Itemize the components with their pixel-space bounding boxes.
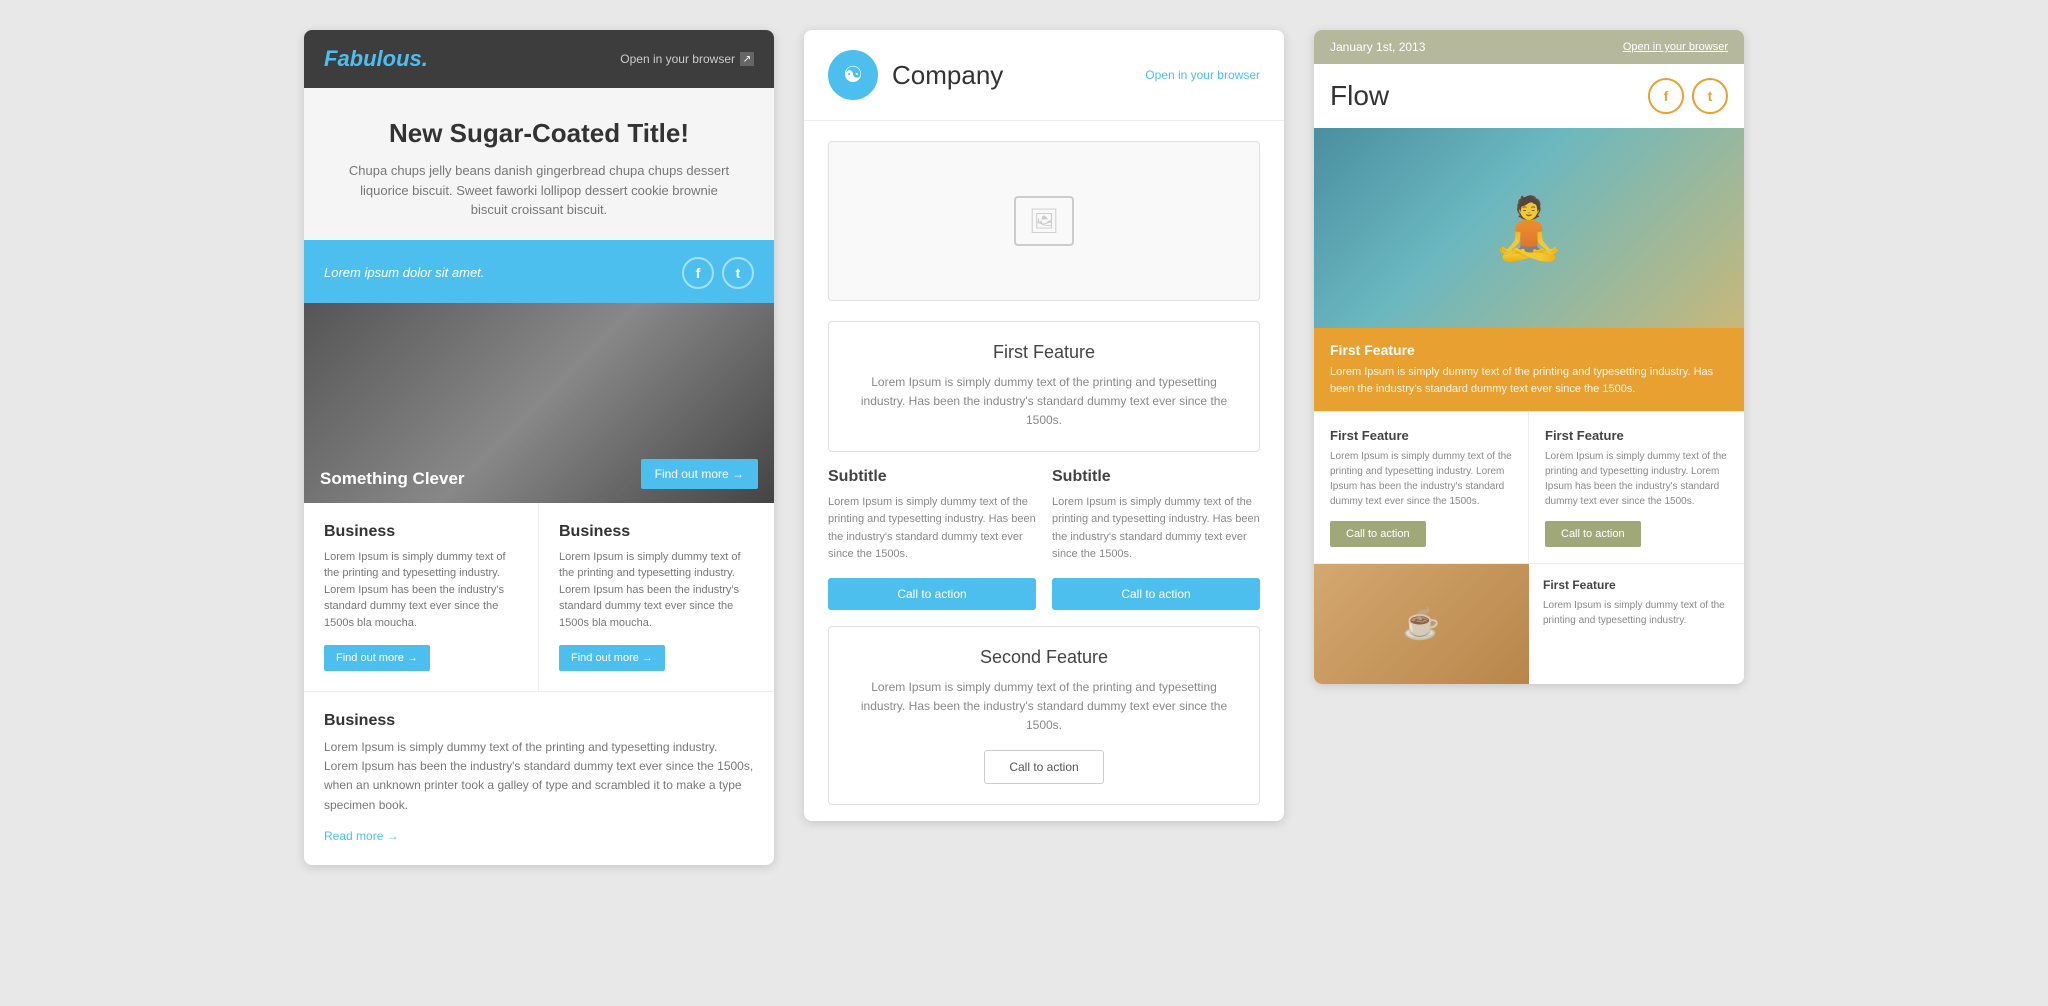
card2-sub-col1: Subtitle Lorem Ipsum is simply dummy tex…: [828, 468, 1036, 610]
card3-bottom-col-text: Lorem Ipsum is simply dummy text of the …: [1543, 598, 1730, 628]
card2-image-placeholder: 🖼: [1014, 196, 1074, 246]
card1-social-icons: f t: [682, 257, 754, 289]
card3-col2-title: First Feature: [1545, 428, 1728, 443]
card2-feature2-text: Lorem Ipsum is simply dummy text of the …: [849, 678, 1239, 736]
card2-logo-circle: ☯: [828, 50, 878, 100]
card1-read-more-link[interactable]: Read more →: [324, 829, 399, 843]
facebook-icon[interactable]: f: [1648, 78, 1684, 114]
email-template-card-3: January 1st, 2013 Open in your browser F…: [1314, 30, 1744, 684]
card3-col2: First Feature Lorem Ipsum is simply dumm…: [1529, 412, 1744, 563]
card1-hero-title: New Sugar-Coated Title!: [344, 118, 734, 149]
card2-cta3-button[interactable]: Call to action: [984, 750, 1103, 784]
card2-subtitle2-text: Lorem Ipsum is simply dummy text of the …: [1052, 494, 1260, 564]
card3-brand-title: Flow: [1330, 80, 1389, 112]
card3-brand-row: Flow f t: [1314, 64, 1744, 128]
card1-single-text: Lorem Ipsum is simply dummy text of the …: [324, 738, 754, 815]
card1-col2-text: Lorem Ipsum is simply dummy text of the …: [559, 549, 754, 632]
card2-subtitle2: Subtitle: [1052, 468, 1260, 486]
image-placeholder-icon: 🖼: [1029, 207, 1059, 236]
card3-orange-bar: First Feature Lorem Ipsum is simply dumm…: [1314, 328, 1744, 411]
card2-two-col: Subtitle Lorem Ipsum is simply dummy tex…: [828, 468, 1260, 610]
card1-col-1: Business Lorem Ipsum is simply dummy tex…: [304, 503, 539, 692]
card1-col-2: Business Lorem Ipsum is simply dummy tex…: [539, 503, 774, 692]
card1-hero-text: Chupa chups jelly beans danish gingerbre…: [344, 161, 734, 220]
card3-bottom-image: ☕: [1314, 564, 1529, 684]
logo-text: Fabulous.: [324, 46, 428, 71]
card1-image-caption: Something Clever: [320, 469, 465, 489]
card1-social-text: Lorem ipsum dolor sit amet.: [324, 265, 484, 280]
card2-feature2-box: Second Feature Lorem Ipsum is simply dum…: [828, 626, 1260, 805]
card1-single-section: Business Lorem Ipsum is simply dummy tex…: [304, 692, 774, 865]
open-browser-label: Open in your browser: [620, 52, 735, 66]
card3-bottom-col-title: First Feature: [1543, 578, 1730, 592]
card2-subtitle1-text: Lorem Ipsum is simply dummy text of the …: [828, 494, 1036, 564]
card3-feature1-title: First Feature: [1330, 342, 1728, 358]
card3-col2-text: Lorem Ipsum is simply dummy text of the …: [1545, 449, 1728, 509]
card3-bottom-section: ☕ First Feature Lorem Ipsum is simply du…: [1314, 563, 1744, 684]
card1-col1-title: Business: [324, 523, 518, 541]
card1-col1-text: Lorem Ipsum is simply dummy text of the …: [324, 549, 518, 632]
card1-image-section: Something Clever Find out more →: [304, 303, 774, 503]
card2-open-browser-link[interactable]: Open in your browser: [1145, 68, 1260, 82]
email-template-card-2: ☯ Company Open in your browser 🖼 First F…: [804, 30, 1284, 821]
card3-col2-cta-button[interactable]: Call to action: [1545, 521, 1641, 547]
card3-col1-title: First Feature: [1330, 428, 1512, 443]
card3-two-col: First Feature Lorem Ipsum is simply dumm…: [1314, 411, 1744, 563]
card1-col2-button[interactable]: Find out more →: [559, 645, 665, 671]
card3-col1-text: Lorem Ipsum is simply dummy text of the …: [1330, 449, 1512, 509]
yoga-figure-icon: 🧘: [1492, 193, 1567, 264]
card1-logo: Fabulous.: [324, 46, 428, 72]
card2-feature1-text: Lorem Ipsum is simply dummy text of the …: [849, 373, 1239, 431]
twitter-icon[interactable]: t: [1692, 78, 1728, 114]
card2-feature1-box: First Feature Lorem Ipsum is simply dumm…: [828, 321, 1260, 452]
card3-bottom-col: First Feature Lorem Ipsum is simply dumm…: [1529, 564, 1744, 684]
card3-col1: First Feature Lorem Ipsum is simply dumm…: [1314, 412, 1529, 563]
card1-hero-section: New Sugar-Coated Title! Chupa chups jell…: [304, 88, 774, 243]
card3-date: January 1st, 2013: [1330, 40, 1425, 54]
card3-hero-image: 🧘: [1314, 128, 1744, 328]
card2-cta1-button[interactable]: Call to action: [828, 578, 1036, 610]
card1-col2-title: Business: [559, 523, 754, 541]
card3-feature1-text: Lorem Ipsum is simply dummy text of the …: [1330, 364, 1728, 397]
card1-header: Fabulous. Open in your browser ↗: [304, 30, 774, 88]
twitter-icon[interactable]: t: [722, 257, 754, 289]
external-link-icon: ↗: [740, 52, 754, 66]
card1-single-title: Business: [324, 712, 754, 730]
card1-find-out-more-button[interactable]: Find out more →: [641, 459, 758, 489]
card2-sub-col2: Subtitle Lorem Ipsum is simply dummy tex…: [1052, 468, 1260, 610]
card1-social-bar: Lorem ipsum dolor sit amet. f t: [304, 243, 774, 303]
card2-brand: ☯ Company: [828, 50, 1003, 100]
email-template-card-1: Fabulous. Open in your browser ↗ New Sug…: [304, 30, 774, 865]
card1-open-browser-link[interactable]: Open in your browser ↗: [620, 52, 754, 66]
card2-header: ☯ Company Open in your browser: [804, 30, 1284, 121]
company-name: Company: [892, 60, 1003, 91]
facebook-icon[interactable]: f: [682, 257, 714, 289]
card3-social-icons: f t: [1648, 78, 1728, 114]
card3-open-browser-link[interactable]: Open in your browser: [1623, 41, 1728, 53]
card2-image-block: 🖼: [828, 141, 1260, 301]
card3-col1-cta-button[interactable]: Call to action: [1330, 521, 1426, 547]
card2-subtitle1: Subtitle: [828, 468, 1036, 486]
card1-two-col-section: Business Lorem Ipsum is simply dummy tex…: [304, 503, 774, 693]
card1-col1-button[interactable]: Find out more →: [324, 645, 430, 671]
card3-header: January 1st, 2013 Open in your browser: [1314, 30, 1744, 64]
card2-cta2-button[interactable]: Call to action: [1052, 578, 1260, 610]
card2-feature2-title: Second Feature: [849, 647, 1239, 668]
card1-image-placeholder: Something Clever Find out more →: [304, 303, 774, 503]
card2-feature1-title: First Feature: [849, 342, 1239, 363]
company-logo-icon: ☯: [843, 62, 863, 88]
